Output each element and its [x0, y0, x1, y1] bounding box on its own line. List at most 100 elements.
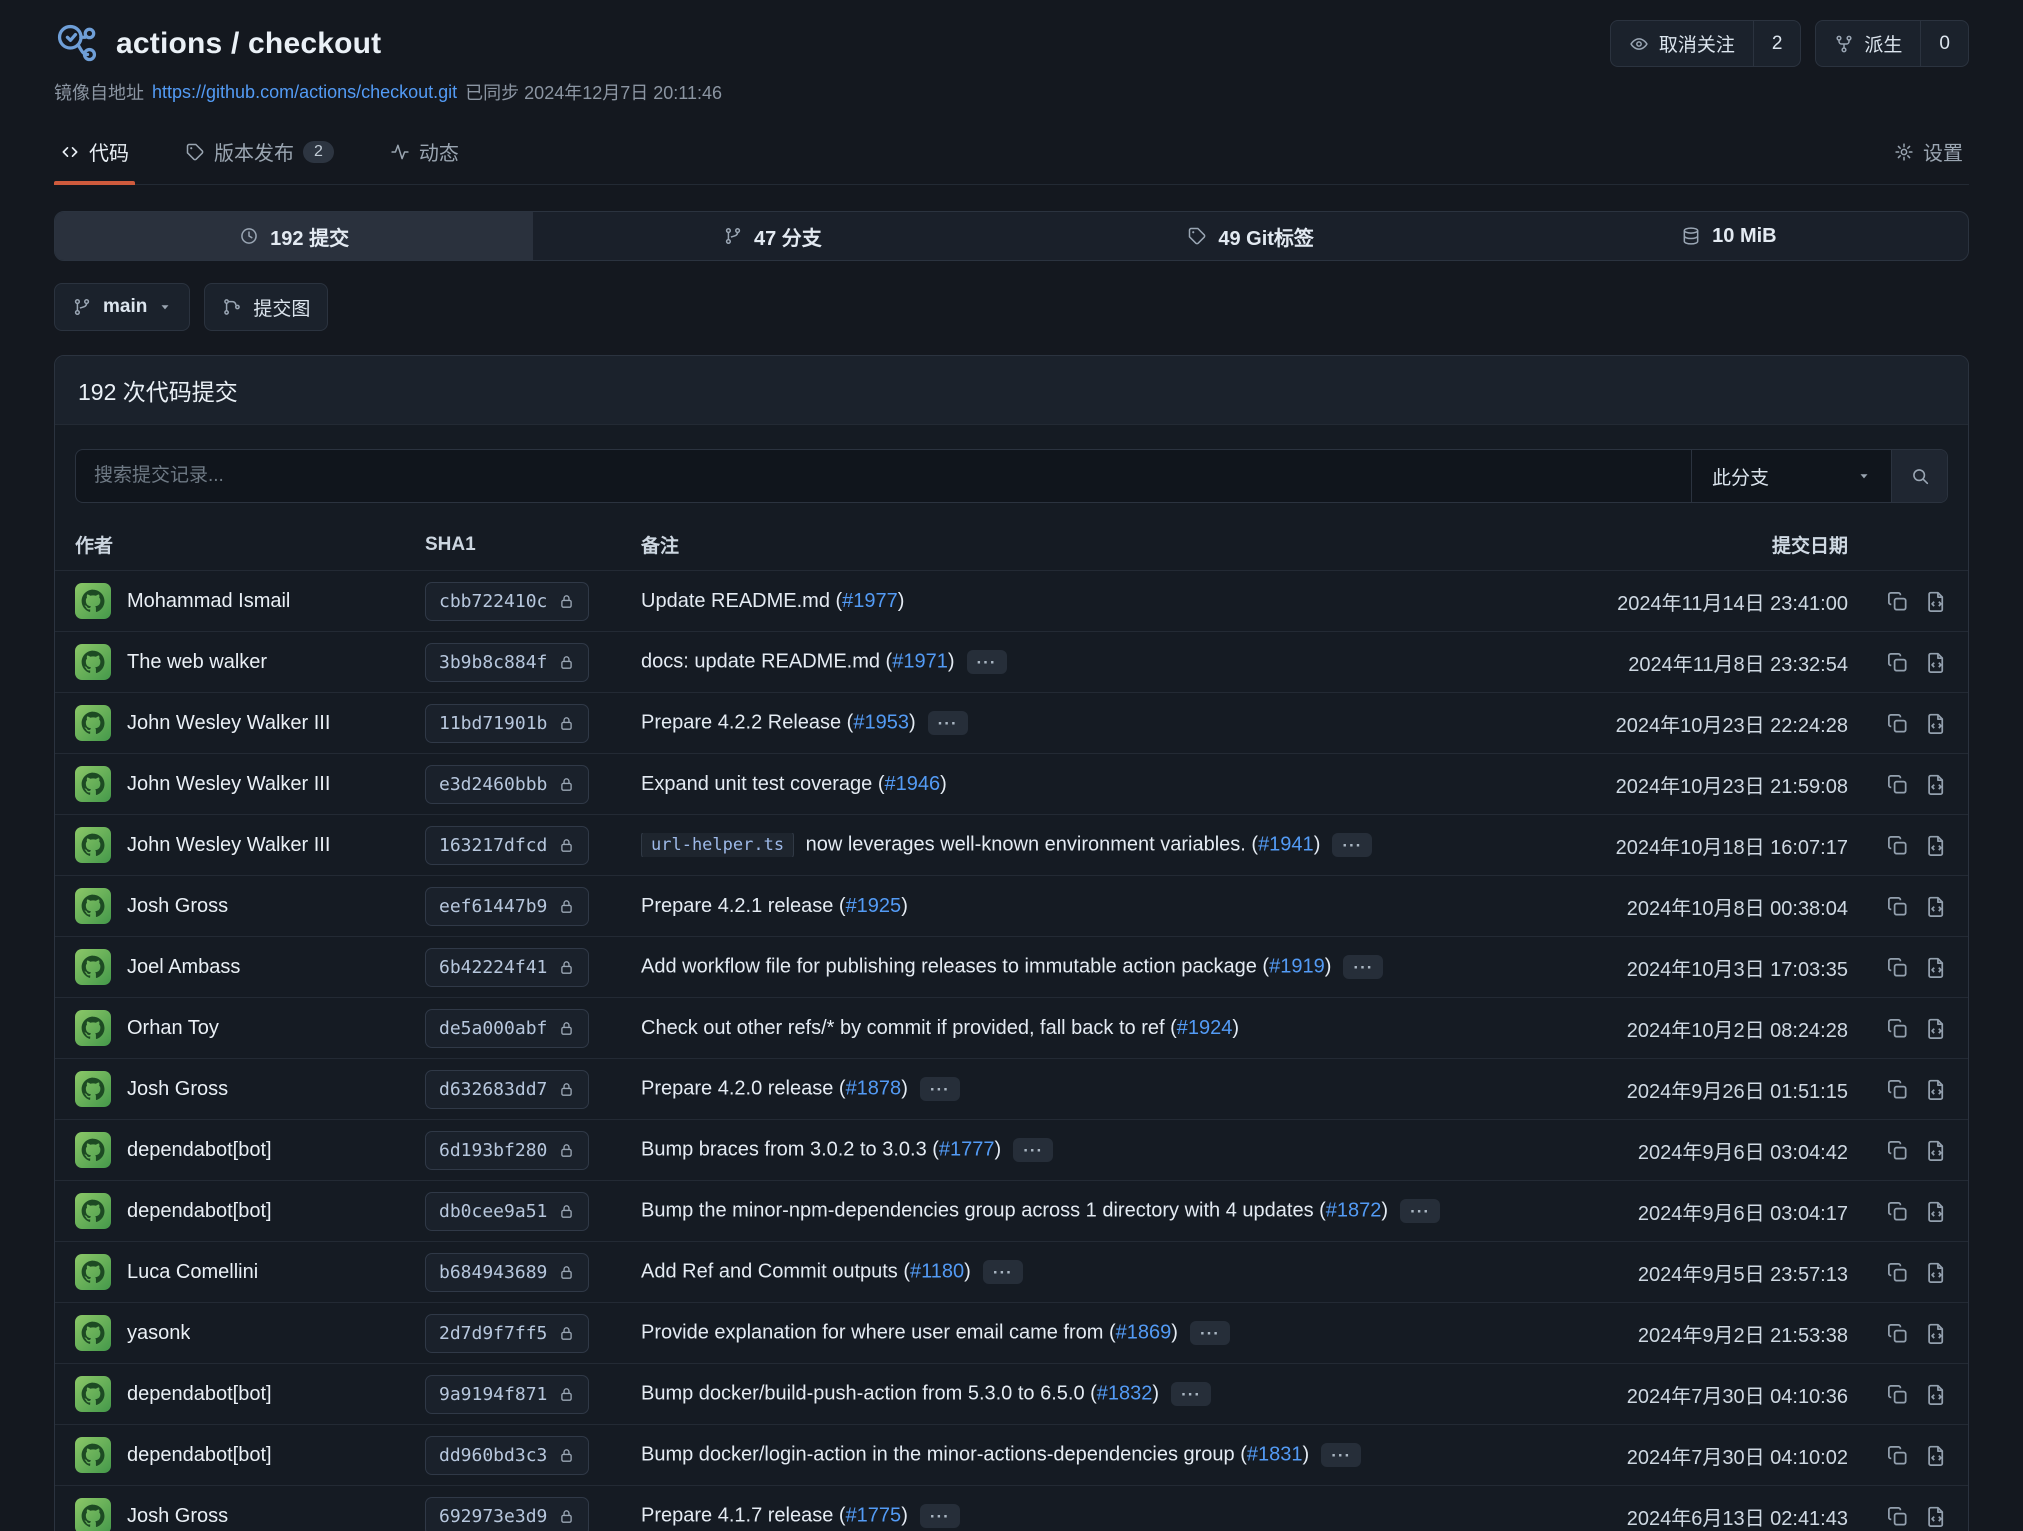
copy-sha-button[interactable] — [1886, 1444, 1909, 1467]
issue-link[interactable]: #1919 — [1269, 955, 1325, 977]
avatar — [75, 1315, 111, 1351]
watchers-count[interactable]: 2 — [1753, 21, 1801, 66]
issue-link[interactable]: #1775 — [846, 1504, 902, 1526]
copy-sha-button[interactable] — [1886, 1200, 1909, 1223]
issue-link[interactable]: #1953 — [853, 711, 909, 733]
commit-sha-button[interactable]: 2d7d9f7ff5 — [425, 1314, 589, 1353]
branch-selector[interactable]: main — [54, 283, 190, 331]
browse-source-button[interactable] — [1925, 1444, 1948, 1467]
copy-sha-button[interactable] — [1886, 651, 1909, 674]
commit-sha-button[interactable]: cbb722410c — [425, 582, 589, 621]
expand-commit-message-button[interactable]: ··· — [1013, 1138, 1053, 1162]
expand-commit-message-button[interactable]: ··· — [1400, 1199, 1440, 1223]
browse-source-button[interactable] — [1925, 1505, 1948, 1528]
browse-source-button[interactable] — [1925, 834, 1948, 857]
search-button[interactable] — [1891, 450, 1947, 502]
copy-sha-button[interactable] — [1886, 712, 1909, 735]
stat-size[interactable]: 10 MiB — [1490, 212, 1968, 260]
browse-source-button[interactable] — [1925, 1322, 1948, 1345]
expand-commit-message-button[interactable]: ··· — [1171, 1382, 1211, 1406]
copy-sha-button[interactable] — [1886, 773, 1909, 796]
issue-link[interactable]: #1872 — [1326, 1199, 1382, 1221]
commit-sha-button[interactable]: de5a000abf — [425, 1009, 589, 1048]
copy-sha-button[interactable] — [1886, 834, 1909, 857]
browse-source-button[interactable] — [1925, 1078, 1948, 1101]
tab-settings[interactable]: 设置 — [1888, 119, 1969, 184]
commit-sha-button[interactable]: 9a9194f871 — [425, 1375, 589, 1414]
commit-sha-button[interactable]: eef61447b9 — [425, 887, 589, 926]
commit-sha-button[interactable]: 6d193bf280 — [425, 1131, 589, 1170]
tab-code[interactable]: 代码 — [54, 119, 135, 184]
file-code-icon — [1925, 1200, 1948, 1223]
browse-source-button[interactable] — [1925, 1017, 1948, 1040]
fork-button[interactable]: 派生 — [1816, 21, 1920, 66]
tab-activity[interactable]: 动态 — [384, 119, 465, 184]
commit-sha-button[interactable]: 692973e3d9 — [425, 1497, 589, 1531]
issue-link[interactable]: #1924 — [1177, 1017, 1233, 1039]
issue-link[interactable]: #1941 — [1258, 833, 1314, 855]
copy-sha-button[interactable] — [1886, 1017, 1909, 1040]
issue-link[interactable]: #1180 — [910, 1260, 964, 1282]
browse-source-button[interactable] — [1925, 773, 1948, 796]
repo-title[interactable]: actions / checkout — [116, 27, 381, 61]
commit-sha-button[interactable]: 3b9b8c884f — [425, 643, 589, 682]
expand-commit-message-button[interactable]: ··· — [1190, 1321, 1230, 1345]
mirror-url-link[interactable]: https://github.com/actions/checkout.git — [152, 82, 457, 103]
tag-icon — [185, 142, 205, 162]
commit-sha-button[interactable]: 163217dfcd — [425, 826, 589, 865]
expand-commit-message-button[interactable]: ··· — [983, 1260, 1023, 1284]
expand-commit-message-button[interactable]: ··· — [920, 1077, 960, 1101]
commit-sha-button[interactable]: b684943689 — [425, 1253, 589, 1292]
copy-sha-button[interactable] — [1886, 1383, 1909, 1406]
commit-sha: dd960bd3c3 — [439, 1445, 547, 1466]
issue-link[interactable]: #1925 — [846, 895, 902, 917]
commit-graph-button[interactable]: 提交图 — [204, 283, 328, 331]
expand-commit-message-button[interactable]: ··· — [920, 1504, 960, 1528]
issue-link[interactable]: #1977 — [842, 590, 898, 612]
browse-source-button[interactable] — [1925, 1383, 1948, 1406]
expand-commit-message-button[interactable]: ··· — [928, 711, 968, 735]
commit-sha-button[interactable]: db0cee9a51 — [425, 1192, 589, 1231]
browse-source-button[interactable] — [1925, 1139, 1948, 1162]
commit-sha-button[interactable]: dd960bd3c3 — [425, 1436, 589, 1475]
tab-releases[interactable]: 版本发布 2 — [179, 119, 340, 184]
commit-sha-button[interactable]: e3d2460bbb — [425, 765, 589, 804]
copy-sha-button[interactable] — [1886, 1505, 1909, 1528]
browse-source-button[interactable] — [1925, 651, 1948, 674]
unwatch-button[interactable]: 取消关注 — [1611, 21, 1753, 66]
browse-source-button[interactable] — [1925, 1261, 1948, 1284]
copy-sha-button[interactable] — [1886, 895, 1909, 918]
expand-commit-message-button[interactable]: ··· — [967, 650, 1007, 674]
stat-commits[interactable]: 192 提交 — [55, 212, 533, 260]
issue-link[interactable]: #1971 — [892, 650, 948, 672]
browse-source-button[interactable] — [1925, 590, 1948, 613]
copy-sha-button[interactable] — [1886, 1139, 1909, 1162]
commit-search-input[interactable] — [76, 450, 1691, 502]
branch-filter-dropdown[interactable]: 此分支 — [1691, 450, 1891, 502]
issue-link[interactable]: #1831 — [1247, 1443, 1303, 1465]
commit-author: Josh Gross — [127, 1505, 228, 1528]
issue-link[interactable]: #1777 — [939, 1138, 995, 1160]
copy-sha-button[interactable] — [1886, 1261, 1909, 1284]
commit-sha-button[interactable]: 6b42224f41 — [425, 948, 589, 987]
copy-sha-button[interactable] — [1886, 1078, 1909, 1101]
expand-commit-message-button[interactable]: ··· — [1332, 833, 1372, 857]
stat-tags[interactable]: 49 Git标签 — [1012, 212, 1490, 260]
browse-source-button[interactable] — [1925, 1200, 1948, 1223]
issue-link[interactable]: #1946 — [884, 773, 940, 795]
stat-branches[interactable]: 47 分支 — [533, 212, 1011, 260]
browse-source-button[interactable] — [1925, 956, 1948, 979]
copy-sha-button[interactable] — [1886, 956, 1909, 979]
expand-commit-message-button[interactable]: ··· — [1343, 955, 1383, 979]
browse-source-button[interactable] — [1925, 895, 1948, 918]
expand-commit-message-button[interactable]: ··· — [1321, 1443, 1361, 1467]
browse-source-button[interactable] — [1925, 712, 1948, 735]
commit-sha-button[interactable]: d632683dd7 — [425, 1070, 589, 1109]
copy-sha-button[interactable] — [1886, 1322, 1909, 1345]
forks-count[interactable]: 0 — [1920, 21, 1968, 66]
issue-link[interactable]: #1878 — [846, 1077, 902, 1099]
commit-sha-button[interactable]: 11bd71901b — [425, 704, 589, 743]
copy-sha-button[interactable] — [1886, 590, 1909, 613]
issue-link[interactable]: #1869 — [1116, 1321, 1172, 1343]
issue-link[interactable]: #1832 — [1097, 1382, 1153, 1404]
